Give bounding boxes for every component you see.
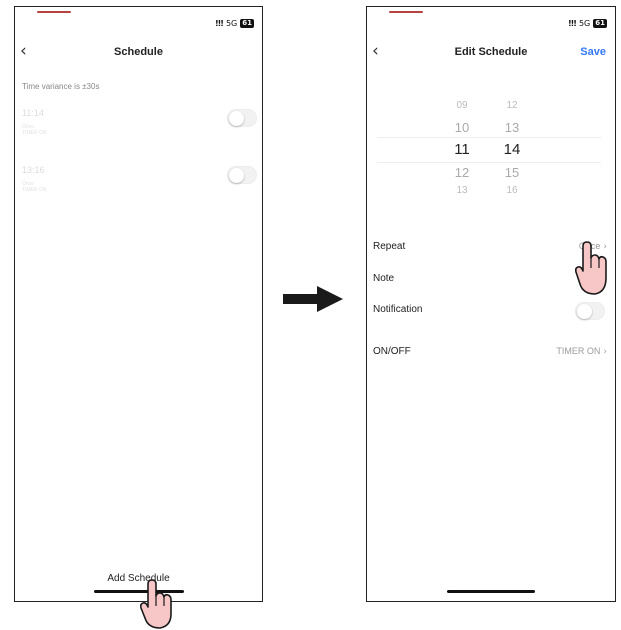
network-label: 5G (225, 19, 238, 28)
time-picker[interactable]: 09 10 11 12 13 12 13 14 15 16 (367, 82, 615, 212)
notch-mark (37, 11, 71, 13)
toggle-knob (229, 168, 244, 183)
schedule-action: TIMER ON (22, 187, 47, 193)
page-title: Schedule (114, 46, 163, 58)
repeat-row[interactable]: Repeat Once› (373, 241, 607, 257)
notification-row: Notification (373, 304, 607, 320)
schedule-action: TIMER ON (22, 130, 47, 136)
page-title: Edit Schedule (454, 46, 528, 58)
minute-option[interactable]: 16 (497, 185, 527, 196)
signal-icon: !!! (568, 19, 577, 28)
schedule-time: 13:16 (22, 165, 45, 175)
save-button[interactable]: Save (580, 46, 606, 58)
status-bar: !!! 5G 61 (215, 19, 254, 28)
tap-hand-icon (574, 241, 607, 295)
flow-arrow-icon (283, 286, 343, 312)
notch-mark (389, 11, 423, 13)
hour-option[interactable]: 09 (447, 100, 477, 111)
schedule-item[interactable]: 11:14 Once TIMER ON (22, 108, 257, 148)
picker-divider-top (377, 137, 601, 138)
edit-schedule-screen: !!! 5G 61 ‹ Edit Schedule Save 09 10 11 … (366, 6, 616, 602)
battery-icon: 61 (593, 19, 607, 28)
time-variance-text: Time variance is ±30s (22, 82, 100, 91)
hour-selected[interactable]: 11 (447, 141, 477, 158)
schedule-item[interactable]: 13:16 Once TIMER ON (22, 165, 257, 205)
notification-label: Notification (373, 304, 423, 315)
note-row[interactable]: Note (373, 273, 607, 289)
network-label: 5G (578, 19, 591, 28)
on-off-row[interactable]: ON/OFF TIMER ON › (373, 346, 607, 362)
notification-toggle[interactable] (575, 302, 605, 320)
tap-hand-icon (139, 579, 172, 629)
picker-divider-bottom (377, 162, 601, 163)
home-indicator (447, 590, 535, 593)
hour-option[interactable]: 13 (447, 185, 477, 196)
minute-option[interactable]: 13 (497, 120, 527, 135)
schedule-screen: !!! 5G 61 ‹ Schedule Time variance is ±3… (14, 6, 263, 602)
signal-icon: !!! (215, 19, 224, 28)
note-label: Note (373, 273, 395, 284)
toggle-knob (229, 111, 244, 126)
on-off-value: TIMER ON (556, 346, 601, 356)
schedule-time: 11:14 (22, 108, 44, 118)
battery-icon: 61 (240, 19, 254, 28)
toggle-knob (577, 304, 592, 319)
schedule-toggle[interactable] (227, 166, 257, 184)
chevron-right-icon: › (603, 347, 607, 357)
minute-option[interactable]: 15 (497, 165, 527, 180)
schedule-toggle[interactable] (227, 109, 257, 127)
minute-option[interactable]: 12 (497, 100, 527, 111)
on-off-value-wrap: TIMER ON › (556, 346, 607, 357)
hour-option[interactable]: 12 (447, 165, 477, 180)
repeat-label: Repeat (373, 241, 406, 252)
status-bar: !!! 5G 61 (568, 19, 607, 28)
minute-selected[interactable]: 14 (497, 141, 527, 158)
on-off-label: ON/OFF (373, 346, 411, 357)
hour-option[interactable]: 10 (447, 120, 477, 135)
